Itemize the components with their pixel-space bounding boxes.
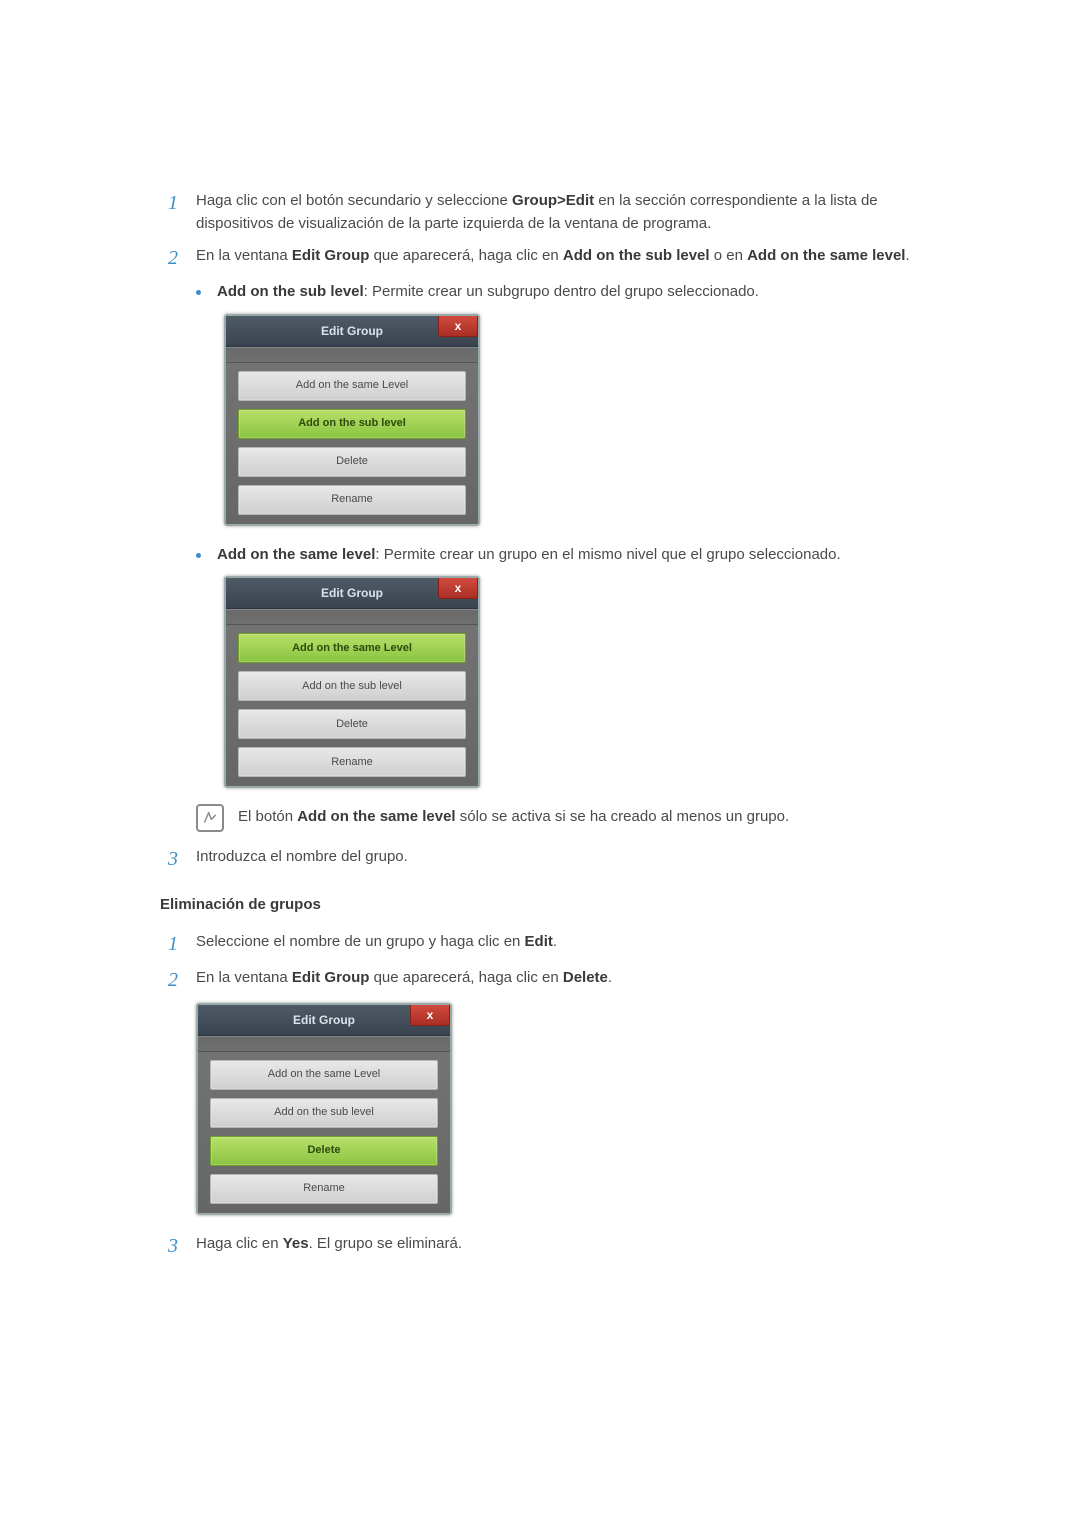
close-icon: x [455, 579, 462, 597]
button-name: Edit [525, 933, 553, 950]
button-name: Yes [283, 1235, 309, 1252]
window-name: Edit Group [292, 247, 370, 264]
add-sub-level-button[interactable]: Add on the sub level [210, 1098, 438, 1128]
step-3: 3 Introduzca el nombre del grupo. [160, 846, 950, 872]
rename-button[interactable]: Rename [210, 1174, 438, 1204]
text: En la ventana [196, 969, 292, 986]
dialog-titlebar: Edit Group x [226, 316, 478, 347]
option-desc: : Permite crear un grupo en el mismo niv… [375, 546, 840, 563]
bullet-icon [196, 553, 201, 558]
close-icon: x [427, 1006, 434, 1024]
edit-group-dialog: Edit Group x Add on the same Level Add o… [224, 576, 480, 788]
dialog-screenshot-sub: Edit Group x Add on the same Level Add o… [224, 314, 950, 526]
bullet-text: Add on the same level: Permite crear un … [217, 544, 950, 567]
delete-button[interactable]: Delete [210, 1136, 438, 1166]
window-name: Edit Group [292, 969, 370, 986]
step-number: 2 [160, 967, 178, 993]
button-name: Add on the same level [747, 247, 905, 264]
text: . [608, 969, 612, 986]
step-number: 1 [160, 190, 178, 216]
button-name: Add on the sub level [563, 247, 710, 264]
add-same-level-button[interactable]: Add on the same Level [210, 1060, 438, 1090]
edit-group-dialog: Edit Group x Add on the same Level Add o… [224, 314, 480, 526]
bullet-text: Add on the sub level: Permite crear un s… [217, 281, 950, 304]
option-label: Add on the sub level [217, 283, 364, 300]
close-button[interactable]: x [438, 578, 478, 599]
dialog-separator [198, 1036, 450, 1052]
delete-step-2: 2 En la ventana Edit Group que aparecerá… [160, 967, 950, 993]
option-desc: : Permite crear un subgrupo dentro del g… [364, 283, 759, 300]
dialog-separator [226, 609, 478, 625]
text: . [553, 933, 557, 950]
text: Seleccione el nombre de un grupo y haga … [196, 933, 525, 950]
text: . El grupo se eliminará. [309, 1235, 462, 1252]
bullet-icon [196, 290, 201, 295]
step-1: 1 Haga clic con el botón secundario y se… [160, 190, 950, 235]
text: sólo se activa si se ha creado al menos … [456, 808, 790, 825]
rename-button[interactable]: Rename [238, 485, 466, 515]
section-heading: Eliminación de grupos [160, 894, 950, 917]
add-sub-level-button[interactable]: Add on the sub level [238, 409, 466, 439]
text: o en [710, 247, 748, 264]
rename-button[interactable]: Rename [238, 747, 466, 777]
add-same-level-button[interactable]: Add on the same Level [238, 633, 466, 663]
note-text: El botón Add on the same level sólo se a… [238, 806, 789, 829]
button-name: Delete [563, 969, 608, 986]
option-label: Add on the same level [217, 546, 375, 563]
text: . [905, 247, 909, 264]
delete-step-1: 1 Seleccione el nombre de un grupo y hag… [160, 931, 950, 957]
text: El botón [238, 808, 297, 825]
dialog-screenshot-same: Edit Group x Add on the same Level Add o… [224, 576, 950, 788]
delete-button[interactable]: Delete [238, 447, 466, 477]
step-text: Haga clic en Yes. El grupo se eliminará. [196, 1233, 950, 1256]
button-name: Add on the same level [297, 808, 455, 825]
step-number: 3 [160, 846, 178, 872]
step-text: Seleccione el nombre de un grupo y haga … [196, 931, 950, 954]
step-number: 2 [160, 245, 178, 271]
close-icon: x [455, 317, 462, 335]
dialog-titlebar: Edit Group x [198, 1005, 450, 1036]
step-number: 3 [160, 1233, 178, 1259]
delete-button[interactable]: Delete [238, 709, 466, 739]
text: que aparecerá, haga clic en [369, 969, 562, 986]
bullet-same-level: Add on the same level: Permite crear un … [196, 544, 950, 567]
text: Haga clic en [196, 1235, 283, 1252]
dialog-titlebar: Edit Group x [226, 578, 478, 609]
text: Haga clic con el botón secundario y sele… [196, 192, 512, 209]
dialog-screenshot-delete: Edit Group x Add on the same Level Add o… [196, 1003, 950, 1215]
add-sub-level-button[interactable]: Add on the sub level [238, 671, 466, 701]
note-icon [196, 804, 224, 832]
close-button[interactable]: x [410, 1005, 450, 1026]
close-button[interactable]: x [438, 316, 478, 337]
add-same-level-button[interactable]: Add on the same Level [238, 371, 466, 401]
step-text: En la ventana Edit Group que aparecerá, … [196, 245, 950, 268]
dialog-separator [226, 347, 478, 363]
bullet-sub-level: Add on the sub level: Permite crear un s… [196, 281, 950, 304]
step-2: 2 En la ventana Edit Group que aparecerá… [160, 245, 950, 271]
step-text: En la ventana Edit Group que aparecerá, … [196, 967, 950, 990]
delete-step-3: 3 Haga clic en Yes. El grupo se eliminar… [160, 1233, 950, 1259]
edit-group-dialog: Edit Group x Add on the same Level Add o… [196, 1003, 452, 1215]
menu-path: Group>Edit [512, 192, 594, 209]
text: que aparecerá, haga clic en [369, 247, 562, 264]
text: En la ventana [196, 247, 292, 264]
note: El botón Add on the same level sólo se a… [196, 806, 950, 832]
document-page: 1 Haga clic con el botón secundario y se… [0, 0, 1080, 1329]
step-text: Introduzca el nombre del grupo. [196, 846, 950, 869]
step-number: 1 [160, 931, 178, 957]
step-text: Haga clic con el botón secundario y sele… [196, 190, 950, 235]
